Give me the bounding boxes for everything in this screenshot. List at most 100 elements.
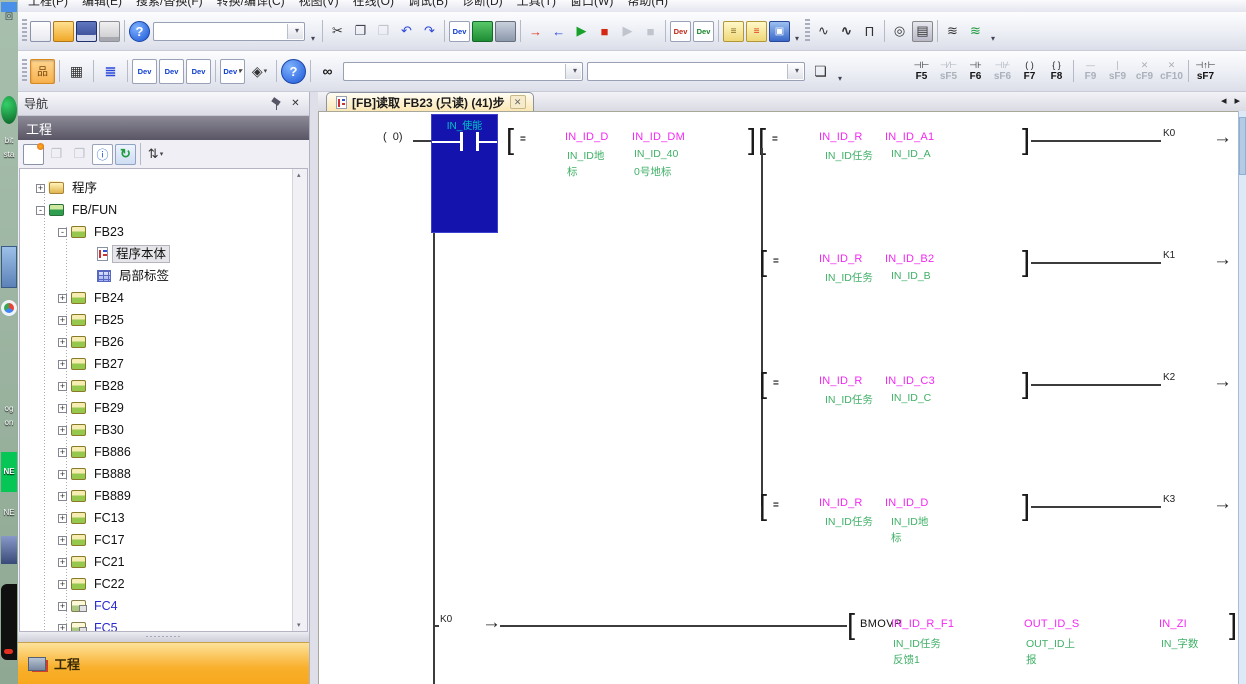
menu-item[interactable]: 工具(T): [517, 0, 556, 12]
tree-expander-icon[interactable]: +: [36, 184, 45, 193]
tree-expander-icon[interactable]: +: [58, 360, 67, 369]
tree-expander-icon[interactable]: +: [58, 492, 67, 501]
editor-vertical-scrollbar[interactable]: [1238, 111, 1246, 684]
ladder-cursor-cell[interactable]: IN_使能: [431, 114, 498, 233]
menu-item[interactable]: 工程(P): [28, 0, 68, 12]
find-icon[interactable]: ∞: [315, 59, 340, 84]
menu-item[interactable]: 编辑(E): [82, 0, 122, 12]
tree-expander-icon[interactable]: +: [58, 404, 67, 413]
menu-item[interactable]: 调试(B): [408, 0, 448, 12]
tree-expander-icon[interactable]: +: [58, 536, 67, 545]
tree-scrollbar[interactable]: [292, 169, 307, 631]
tree-item-fc21[interactable]: + FC21: [20, 551, 307, 573]
redo-icon[interactable]: ↷: [419, 21, 440, 42]
pulse-contact-button[interactable]: ⊣↑⊢sF7: [1192, 56, 1219, 86]
ladder-device[interactable]: IN_ID_R: [819, 131, 863, 143]
monitor-read-mode-icon[interactable]: ■: [640, 21, 661, 42]
new-project-icon[interactable]: [30, 21, 51, 42]
hardware-find-icon[interactable]: [495, 21, 516, 42]
menu-item[interactable]: 在线(O): [353, 0, 394, 12]
toolbar-overflow-icon[interactable]: ▾: [791, 19, 803, 43]
toolbar-icon[interactable]: [59, 60, 60, 82]
ladder-device[interactable]: IN_ID_R_F1: [891, 618, 954, 630]
ladder-device[interactable]: IN_ID_D: [885, 497, 929, 509]
toolbar-icon[interactable]: [322, 20, 323, 42]
coil-button[interactable]: ( )F7: [1016, 56, 1043, 86]
toolbar-icon[interactable]: [127, 60, 128, 82]
tree-expander-icon[interactable]: -: [36, 206, 45, 215]
copy-icon[interactable]: ❐: [350, 21, 371, 42]
toolbar-icon[interactable]: [22, 59, 27, 83]
statement-display-icon[interactable]: ≡: [723, 21, 744, 42]
menu-item[interactable]: 转换/编译(C): [217, 0, 285, 12]
ladder-device[interactable]: IN_ID_R: [819, 375, 863, 387]
tab-scroll-right-icon[interactable]: ▸: [1234, 94, 1240, 109]
close-icon[interactable]: ✕: [288, 97, 303, 111]
read-from-plc-icon[interactable]: →: [548, 21, 569, 42]
device-comment-find-icon[interactable]: Dev: [132, 59, 157, 84]
tree-expander-icon[interactable]: +: [58, 514, 67, 523]
scrollbar-thumb[interactable]: [1239, 117, 1246, 175]
graph-display-icon[interactable]: ≋: [942, 21, 963, 42]
tree-item-local-label[interactable]: 局部标签: [20, 265, 307, 287]
tree-item-fb24[interactable]: + FB24: [20, 287, 307, 309]
copy-data-icon[interactable]: ❐: [46, 144, 67, 165]
realtime-monitor-icon[interactable]: ∿: [836, 21, 857, 42]
tree-item-fc5[interactable]: + FC5: [20, 617, 307, 632]
graph-monitor-icon[interactable]: ≋: [965, 21, 986, 42]
tab-fb23[interactable]: [FB]读取 FB23 (只读) (41)步 ✕: [326, 92, 534, 111]
project-toolbar-icon[interactable]: [140, 143, 141, 165]
instruction-skip-dropdown[interactable]: ◈: [247, 59, 272, 84]
toolbar-icon[interactable]: [937, 20, 938, 42]
chrome-icon[interactable]: [1, 300, 17, 316]
toolbar-overflow-icon[interactable]: ▾: [307, 19, 319, 43]
fkey-separator[interactable]: [1185, 56, 1192, 86]
quick-access-combobox[interactable]: [153, 22, 305, 41]
note-display-icon[interactable]: ≡: [746, 21, 767, 42]
navigation-window-toggle[interactable]: 品: [30, 59, 55, 84]
open-contact-button[interactable]: ⊣⊢F5: [908, 56, 935, 86]
refresh-view-icon[interactable]: ↻: [115, 144, 136, 165]
tree-item-program-body[interactable]: 程序本体: [20, 243, 307, 265]
find-value-combobox[interactable]: [587, 62, 805, 81]
desktop-icon-label[interactable]: sta: [1, 150, 17, 159]
module-configuration-icon[interactable]: ▦: [64, 59, 89, 84]
help-icon[interactable]: ?: [281, 59, 306, 84]
ladder-editor-canvas[interactable]: ( 0) IN_使能 [ = IN_ID_D IN_ID_DM IN_ID地 标…: [318, 111, 1238, 684]
remote-operation-icon[interactable]: ▣: [769, 21, 790, 42]
desktop-icon-label[interactable]: bit: [1, 136, 17, 145]
tree-item-fb888[interactable]: + FB888: [20, 463, 307, 485]
tree-expander-icon[interactable]: +: [58, 338, 67, 347]
toolbar-icon[interactable]: [665, 20, 666, 42]
toolbar-icon[interactable]: [805, 19, 810, 43]
menu-item[interactable]: 诊断(D): [462, 0, 503, 12]
toolbar-overflow-icon[interactable]: ▾: [834, 59, 846, 83]
toolbar-icon[interactable]: [310, 60, 311, 82]
open-project-icon[interactable]: [53, 21, 74, 42]
ladder-device[interactable]: OUT_ID_S: [1024, 618, 1079, 630]
desktop-icon-green[interactable]: [1, 96, 17, 124]
tree-item-program[interactable]: + 程序: [20, 177, 307, 199]
tree-expander-icon[interactable]: +: [58, 316, 67, 325]
panel-splitter[interactable]: ·········: [18, 632, 309, 642]
desktop-icon-photo[interactable]: [1, 536, 17, 564]
paste-data-icon[interactable]: ❐: [69, 144, 90, 165]
toolbar-overflow-icon[interactable]: ▾: [987, 19, 999, 43]
device-display-dropdown[interactable]: Dev: [220, 59, 245, 84]
data-property-icon[interactable]: ⓘ: [92, 144, 113, 165]
new-data-icon[interactable]: [23, 144, 44, 165]
sampling-trace-icon[interactable]: ∿: [813, 21, 834, 42]
tree-expander-icon[interactable]: +: [58, 426, 67, 435]
tree-item-fb27[interactable]: + FB27: [20, 353, 307, 375]
cut-icon[interactable]: ✂: [327, 21, 348, 42]
paste-icon[interactable]: ❐: [373, 21, 394, 42]
tree-item-fb29[interactable]: + FB29: [20, 397, 307, 419]
toolbar-icon[interactable]: [22, 19, 27, 43]
tree-expander-icon[interactable]: +: [58, 470, 67, 479]
screen-capture-icon[interactable]: ▤: [912, 21, 933, 42]
tab-scroll-left-icon[interactable]: ◂: [1221, 94, 1227, 109]
menu-item[interactable]: 搜索/替换(F): [136, 0, 203, 12]
save-project-icon[interactable]: [76, 21, 97, 42]
ladder-device[interactable]: IN_ZI: [1159, 618, 1187, 630]
tree-item-fb23[interactable]: - FB23: [20, 221, 307, 243]
